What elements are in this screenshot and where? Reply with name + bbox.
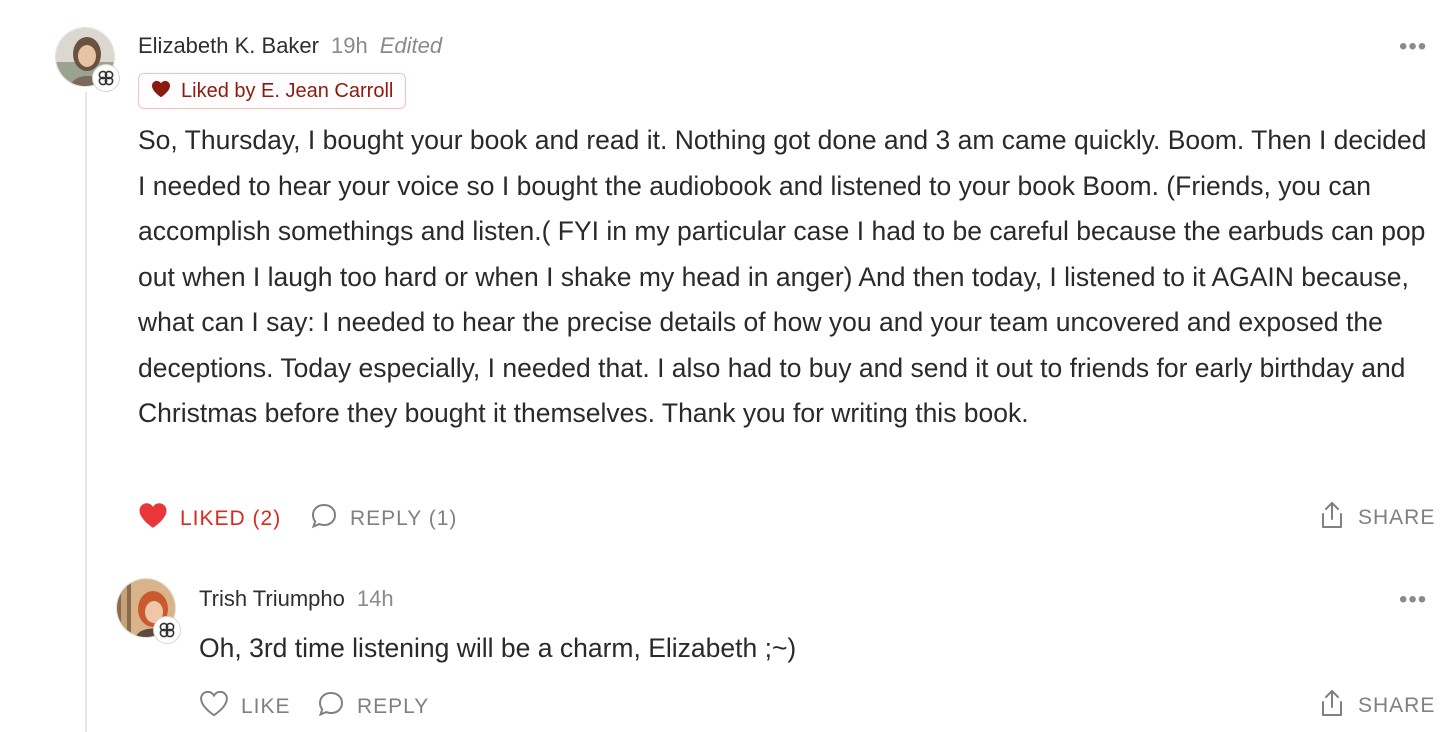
reply-share-label: SHARE: [1358, 694, 1436, 717]
reply-reply-button[interactable]: REPLY: [317, 690, 429, 724]
reply-text: Oh, 3rd time listening will be a charm, …: [199, 633, 797, 663]
share-label: SHARE: [1358, 506, 1436, 529]
thread-line: [85, 92, 87, 732]
reply-like-button[interactable]: LIKE: [199, 690, 291, 723]
speech-bubble-icon: [317, 690, 345, 724]
reply-label: REPLY (1): [350, 507, 458, 530]
reply-button[interactable]: REPLY (1): [310, 502, 457, 536]
reply-header: Trish Triumpho 14h: [199, 586, 394, 612]
heart-icon: [151, 80, 171, 103]
liked-by-text: Liked by E. Jean Carroll: [181, 79, 394, 102]
heart-outline-icon: [199, 690, 229, 723]
clover-badge-icon: [92, 64, 120, 92]
speech-bubble-icon: [310, 502, 338, 536]
edited-label: Edited: [379, 33, 443, 58]
share-button[interactable]: SHARE: [1318, 500, 1435, 536]
comment-time[interactable]: 19h: [331, 33, 368, 59]
comment-header: Elizabeth K. Baker 19h Edited: [138, 33, 442, 59]
heart-filled-icon: [138, 502, 168, 535]
reply-like-label: LIKE: [241, 694, 291, 718]
author-name[interactable]: Elizabeth K. Baker: [138, 33, 319, 59]
like-button[interactable]: LIKED (2): [138, 502, 281, 535]
comment-text: So, Thursday, I bought your book and rea…: [138, 125, 1427, 428]
share-icon: [1318, 500, 1346, 536]
share-icon: [1318, 688, 1346, 724]
liked-by-badge[interactable]: Liked by E. Jean Carroll: [138, 73, 407, 109]
reply-more-options-button[interactable]: •••: [1399, 588, 1427, 612]
reply-reply-label: REPLY: [357, 695, 430, 718]
reply-time[interactable]: 14h: [357, 586, 394, 612]
clover-badge-icon: [153, 616, 181, 644]
reply-share-button[interactable]: SHARE: [1318, 688, 1435, 724]
reply-author-name[interactable]: Trish Triumpho: [199, 586, 345, 612]
like-label: LIKED (2): [180, 506, 282, 530]
more-options-button[interactable]: •••: [1399, 35, 1427, 59]
